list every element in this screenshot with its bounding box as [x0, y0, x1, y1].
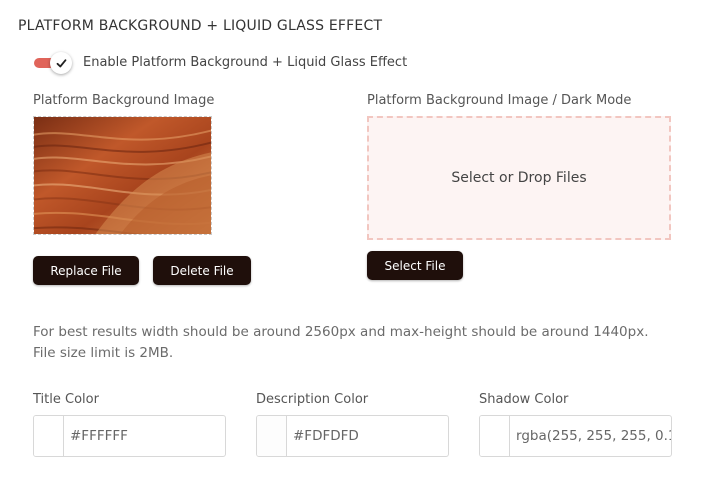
dark-mode-dropzone[interactable]: Select or Drop Files: [367, 116, 671, 240]
select-file-button[interactable]: Select File: [367, 251, 463, 280]
delete-file-button[interactable]: Delete File: [153, 256, 251, 285]
sandstone-image: [34, 117, 211, 234]
description-color-swatch[interactable]: [257, 416, 287, 456]
title-color-value[interactable]: #FFFFFF: [64, 416, 225, 456]
dropzone-text: Select or Drop Files: [451, 170, 587, 186]
checkmark-icon: [56, 58, 66, 67]
dark-mode-image-label: Platform Background Image / Dark Mode: [367, 93, 632, 108]
background-image-label: Platform Background Image: [33, 93, 215, 108]
background-image-thumbnail: [33, 116, 212, 235]
description-color-field[interactable]: #FDFDFD: [256, 415, 449, 457]
replace-file-button[interactable]: Replace File: [33, 256, 139, 285]
shadow-color-value[interactable]: rgba(255, 255, 255, 0.1: [510, 416, 671, 456]
section-title: PLATFORM BACKGROUND + LIQUID GLASS EFFEC…: [18, 18, 383, 34]
toggle-knob: [50, 52, 72, 74]
shadow-color-field[interactable]: rgba(255, 255, 255, 0.1: [479, 415, 672, 457]
toggle-label: Enable Platform Background + Liquid Glas…: [83, 55, 408, 70]
title-color-swatch[interactable]: [34, 416, 64, 456]
size-hint: For best results width should be around …: [33, 324, 649, 361]
title-color-field[interactable]: #FFFFFF: [33, 415, 226, 457]
description-color-label: Description Color: [256, 392, 369, 407]
shadow-color-swatch[interactable]: [480, 416, 510, 456]
shadow-color-label: Shadow Color: [479, 392, 569, 407]
enable-background-toggle[interactable]: [34, 52, 72, 74]
title-color-label: Title Color: [33, 392, 99, 407]
description-color-value[interactable]: #FDFDFD: [287, 416, 448, 456]
